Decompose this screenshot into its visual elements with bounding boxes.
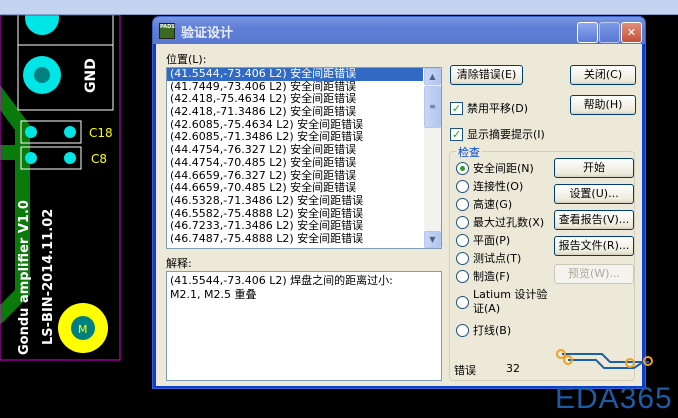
scroll-thumb[interactable]: ≡ xyxy=(424,86,441,128)
location-list-item[interactable]: (46.5328,-71.3486 L2) 安全间距错误 xyxy=(167,194,423,208)
checkbox-label: 显示摘要提示(I) xyxy=(467,128,545,141)
location-list-item[interactable]: (44.6659,-70.485 L2) 安全间距错误 xyxy=(167,181,423,195)
radio-icon xyxy=(456,269,469,283)
maximize-button[interactable] xyxy=(599,22,620,43)
location-label: 位置(L): xyxy=(166,53,207,66)
errors-label: 错误 xyxy=(454,364,476,377)
checkbox-checked-icon: ✓ xyxy=(450,127,463,141)
eda365-watermark: EDA365 xyxy=(555,382,673,415)
setup-button[interactable]: 设置(U)... xyxy=(554,184,634,204)
errors-count: 32 xyxy=(506,362,520,375)
explanation-text[interactable]: (41.5544,-73.406 L2) 焊盘之间的距离过小: M2.1, M2… xyxy=(166,271,442,381)
pcb-label-title: Gondu amplifier V1.0 xyxy=(17,200,32,355)
location-list[interactable]: (41.5544,-73.406 L2) 安全间距错误 (41.7449,-73.… xyxy=(166,67,442,249)
radio-icon xyxy=(456,251,469,265)
minimize-button[interactable] xyxy=(577,22,598,43)
location-list-item[interactable]: (44.4754,-76.327 L2) 安全间距错误 xyxy=(167,143,423,157)
radio-option[interactable]: 高速(G) xyxy=(456,196,512,212)
radio-label: 高速(G) xyxy=(473,198,513,211)
start-button[interactable]: 开始 xyxy=(554,158,634,178)
radio-label: 测试点(T) xyxy=(473,252,522,265)
clear-errors-button[interactable]: 清除错误(E) xyxy=(450,65,523,85)
background-window-strip xyxy=(0,0,678,15)
pcb-label-board: LS-BIN-2014.11.02 xyxy=(41,209,56,345)
radio-icon xyxy=(456,323,469,337)
location-list-item[interactable]: (41.5544,-73.406 L2) 安全间距错误 xyxy=(167,67,423,81)
explanation-label: 解释: xyxy=(166,257,192,270)
radio-option[interactable]: 打线(B) xyxy=(456,322,511,338)
radio-label: Latium 设计验证(A) xyxy=(473,288,548,315)
title-bar[interactable]: PADS 验证设计 ✕ xyxy=(153,17,645,44)
radio-option[interactable]: 测试点(T) xyxy=(456,250,521,266)
trace-decoration-icon xyxy=(556,349,653,369)
radio-label: 平面(P) xyxy=(473,234,511,247)
list-scrollbar[interactable]: ▲ ≡ ▼ xyxy=(424,68,441,248)
scroll-up-button[interactable]: ▲ xyxy=(424,68,441,85)
checkbox-label: 禁用平移(D) xyxy=(467,102,529,115)
scroll-down-button[interactable]: ▼ xyxy=(424,231,441,248)
radio-option[interactable]: 制造(F) xyxy=(456,268,510,284)
location-list-item[interactable]: (42.418,-71.3486 L2) 安全间距错误 xyxy=(167,105,423,119)
pcb-label-c18: C18 xyxy=(89,126,113,140)
radio-option[interactable]: 最大过孔数(X) xyxy=(456,214,544,230)
radio-icon xyxy=(456,233,469,247)
radio-icon xyxy=(456,295,469,309)
radio-label: 最大过孔数(X) xyxy=(473,216,545,229)
check-group-label: 检查 xyxy=(456,144,482,160)
dialog-title: 验证设计 xyxy=(181,26,234,41)
radio-label: 打线(B) xyxy=(473,324,512,337)
radio-icon xyxy=(456,197,469,211)
report-file-button[interactable]: 报告文件(R)... xyxy=(554,236,634,256)
radio-icon xyxy=(456,215,469,229)
verify-design-dialog: PADS 验证设计 ✕ 位置(L): (41.5544,-73.406 L2) … xyxy=(152,16,646,389)
location-list-item[interactable]: (44.4754,-70.485 L2) 安全间距错误 xyxy=(167,156,423,170)
show-summary-checkbox[interactable]: ✓ 显示摘要提示(I) xyxy=(450,126,545,142)
radio-icon xyxy=(456,161,469,175)
disable-pan-checkbox[interactable]: ✓ 禁用平移(D) xyxy=(450,100,528,116)
help-button[interactable]: 帮助(H) xyxy=(570,95,636,115)
radio-option[interactable]: 安全间距(N) xyxy=(456,160,534,176)
radio-label: 安全间距(N) xyxy=(473,162,534,175)
radio-option[interactable]: 平面(P) xyxy=(456,232,510,248)
location-list-item[interactable]: (46.7487,-75.4888 L2) 安全间距错误 xyxy=(167,232,423,246)
radio-option[interactable]: Latium 设计验证(A) xyxy=(456,288,553,316)
view-report-button[interactable]: 查看报告(V)... xyxy=(554,210,634,230)
radio-label: 连接性(O) xyxy=(473,180,524,193)
close-window-button[interactable]: ✕ xyxy=(621,22,642,43)
pcb-label-c8: C8 xyxy=(91,152,107,166)
pcb-canvas[interactable]: GND C18 C8 LS-BIN-2014.11.02 Gondu ampli… xyxy=(0,15,152,418)
radio-label: 制造(F) xyxy=(473,270,510,283)
radio-option[interactable]: 连接性(O) xyxy=(456,178,523,194)
dialog-body: 位置(L): (41.5544,-73.406 L2) 安全间距错误 (41.74… xyxy=(156,44,642,386)
check-group: 检查 安全间距(N) 连接性(O) 高速(G) 最大过孔数(X) 平面(P) 测试点(T)… xyxy=(449,144,635,381)
pcb-label-m: M xyxy=(78,323,88,336)
close-button[interactable]: 关闭(C) xyxy=(570,65,636,85)
checkbox-checked-icon: ✓ xyxy=(450,101,463,115)
pcb-label-gnd: GND xyxy=(83,58,99,93)
pads-logo-icon: PADS xyxy=(159,23,175,39)
radio-icon xyxy=(456,179,469,193)
preview-button[interactable]: 预览(W)... xyxy=(554,264,634,284)
